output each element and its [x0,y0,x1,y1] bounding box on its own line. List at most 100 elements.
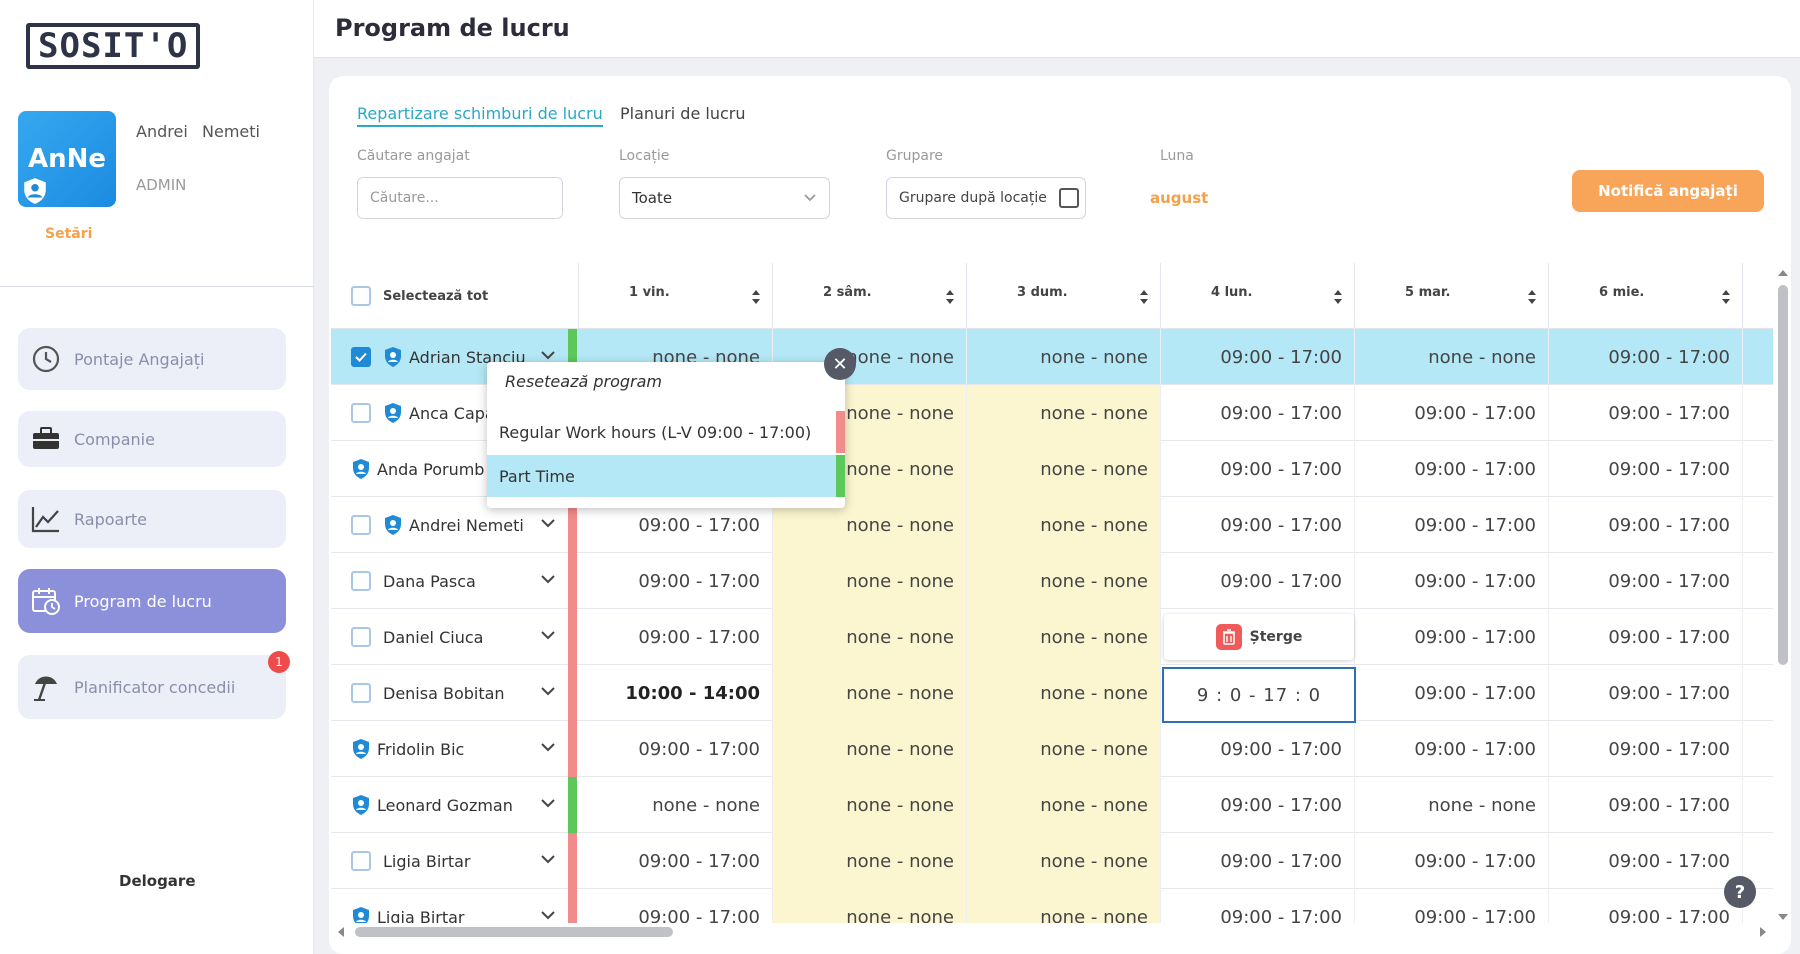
chevron-down-icon[interactable] [540,909,556,921]
employee-name-cell[interactable]: Fridolin Bic [331,721,568,777]
schedule-cell[interactable]: 09:00 - 17:00 [1355,441,1549,497]
chevron-down-icon[interactable] [540,349,556,361]
select-all-header[interactable]: Selectează tot [331,263,579,329]
horizontal-scroll-thumb[interactable] [355,927,673,937]
schedule-cell[interactable]: 09:00 - 17:00 [1355,833,1549,889]
schedule-cell[interactable]: 09:00 - 17:00 [1161,497,1355,553]
schedule-cell[interactable]: 09:00 - 17:00 [1161,553,1355,609]
schedule-cell[interactable]: 09:00 - 17:00 [1355,609,1549,665]
schedule-cell[interactable]: none - none [967,497,1161,553]
schedule-cell[interactable]: 09:00 - 17:00 [1161,329,1355,385]
chevron-down-icon[interactable] [540,797,556,809]
schedule-cell[interactable]: none - none [773,889,967,923]
schedule-cell[interactable]: none - none [773,553,967,609]
vertical-scrollbar[interactable] [1775,263,1791,923]
day-header[interactable]: 4 lun. [1161,263,1355,329]
schedule-cell[interactable]: none - none [967,385,1161,441]
day-header[interactable]: 3 dum. [967,263,1161,329]
schedule-cell[interactable]: none - none [967,721,1161,777]
schedule-cell[interactable]: 09:00 - 17:00 [1161,721,1355,777]
schedule-cell[interactable]: none - none [967,889,1161,923]
schedule-cell[interactable]: none - none [967,777,1161,833]
schedule-cell[interactable]: 09:00 - 17:00 [1549,665,1743,721]
schedule-cell[interactable]: 09:00 - 17:00 [1549,609,1743,665]
employee-name-cell[interactable]: Leonard Gozman [331,777,568,833]
search-input[interactable]: Căutare... [357,177,563,219]
schedule-cell[interactable]: none - none [967,441,1161,497]
scroll-right-icon[interactable] [1757,924,1769,940]
schedule-cell[interactable]: none - none [773,609,967,665]
scroll-down-icon[interactable] [1775,911,1791,923]
row-checkbox[interactable] [351,571,371,591]
schedule-cell[interactable]: none - none [579,777,773,833]
employee-name-cell[interactable]: Daniel Ciuca [331,609,568,665]
schedule-cell[interactable]: 09:00 - 17:00 [579,609,773,665]
chevron-down-icon[interactable] [540,629,556,641]
schedule-cell[interactable]: 09:00 - 17:00 [1161,833,1355,889]
schedule-cell[interactable]: 09:00 - 17:00 [579,889,773,923]
schedule-cell[interactable]: 09:00 - 17:00 [1549,889,1743,923]
chevron-down-icon[interactable] [540,685,556,697]
employee-name-cell[interactable]: Denisa Bobitan [331,665,568,721]
row-checkbox[interactable] [351,347,371,367]
schedule-cell[interactable]: 09:00 - 17:00 [1549,329,1743,385]
schedule-cell[interactable]: 09:00 - 17:00 [1549,721,1743,777]
group-toggle[interactable]: Grupare după locație [886,177,1086,219]
table-row[interactable]: Ligia Birtar 09:00 - 17:00 none - none none… [331,833,1773,889]
schedule-cell[interactable]: 09:00 - 17:00 [1161,441,1355,497]
schedule-cell[interactable]: 09:00 - 17:00 [1549,441,1743,497]
schedule-cell[interactable]: none - none [773,665,967,721]
schedule-cell[interactable]: 09:00 - 17:00 [1355,665,1549,721]
tab-repartizare[interactable]: Repartizare schimburi de lucru [357,104,603,127]
table-row[interactable]: Fridolin Bic 09:00 - 17:00 none - none none… [331,721,1773,777]
help-button[interactable]: ? [1724,876,1756,908]
table-row[interactable]: Dana Pasca 09:00 - 17:00 none - none none -… [331,553,1773,609]
scroll-up-icon[interactable] [1775,267,1791,279]
nav-item-planificator[interactable]: Planificator concedii 1 [18,651,290,719]
schedule-cell[interactable]: 09:00 - 17:00 [1161,777,1355,833]
month-value[interactable]: august [1150,189,1208,207]
row-checkbox[interactable] [351,515,371,535]
row-checkbox[interactable] [351,627,371,647]
schedule-cell[interactable]: 09:00 - 17:00 [1355,385,1549,441]
sort-icon[interactable] [944,287,956,307]
table-row[interactable]: Ligia Birtar 09:00 - 17:00 none - none none… [331,889,1773,923]
employee-name-cell[interactable]: Ligia Birtar [331,889,568,923]
schedule-cell[interactable]: none - none [1355,329,1549,385]
sort-icon[interactable] [1526,287,1538,307]
schedule-cell[interactable]: 09:00 - 17:00 [579,553,773,609]
employee-name-cell[interactable]: Dana Pasca [331,553,568,609]
schedule-cell[interactable]: 09:00 - 17:00 [1355,721,1549,777]
schedule-cell[interactable]: 09:00 - 17:00 [1355,889,1549,923]
time-edit-input[interactable]: 9 : 0 - 17 : 0 [1162,667,1356,723]
chevron-down-icon[interactable] [540,741,556,753]
day-header[interactable]: 1 vin. [579,263,773,329]
schedule-cell[interactable]: none - none [1355,777,1549,833]
schedule-cell[interactable]: none - none [967,553,1161,609]
table-row[interactable]: Denisa Bobitan 10:00 - 14:00 none - none no… [331,665,1773,721]
group-checkbox[interactable] [1058,188,1079,208]
logout-link[interactable]: Delogare [119,872,196,890]
day-header[interactable]: 6 mie. [1549,263,1743,329]
schedule-cell[interactable]: 09:00 - 17:00 [1355,553,1549,609]
schedule-cell[interactable]: 09:00 - 17:00 [579,721,773,777]
schedule-cell[interactable]: 09:00 - 17:00 [1161,385,1355,441]
logo[interactable]: SOSIT'O [26,20,201,72]
schedule-cell[interactable]: 09:00 - 17:00 [1549,777,1743,833]
schedule-cell[interactable]: 09:00 - 17:00 [579,833,773,889]
schedule-cell[interactable]: none - none [967,609,1161,665]
row-checkbox[interactable] [351,683,371,703]
tab-planuri[interactable]: Planuri de lucru [620,104,745,123]
schedule-cell[interactable]: 09:00 - 17:00 [1355,497,1549,553]
popup-option-parttime[interactable]: Part Time [487,455,845,497]
select-all-checkbox[interactable] [351,286,371,306]
employee-name-cell[interactable]: Ligia Birtar [331,833,568,889]
horizontal-scrollbar[interactable] [331,924,1773,940]
popup-option-regular[interactable]: Regular Work hours (L-V 09:00 - 17:00) [487,411,845,453]
chevron-down-icon[interactable] [540,573,556,585]
close-popup-button[interactable]: ✕ [824,348,856,380]
nav-item-program[interactable]: Program de lucru [18,569,286,633]
delete-button[interactable]: Șterge [1164,614,1354,660]
schedule-cell[interactable]: 09:00 - 17:00 [1549,385,1743,441]
schedule-cell[interactable]: none - none [773,777,967,833]
